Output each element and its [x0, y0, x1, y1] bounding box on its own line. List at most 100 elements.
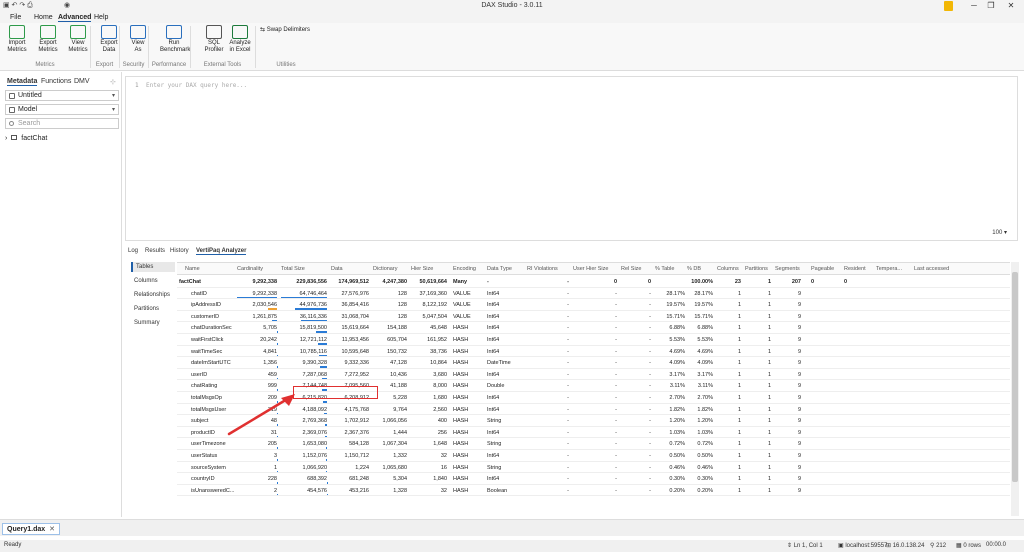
table-cell: Int64	[487, 313, 500, 320]
ribbon-button-label: View Metrics	[68, 40, 88, 53]
table-row[interactable]: dateImStartUTC 1,356 9,390,328 9,332,336 47,…	[177, 357, 1010, 369]
scrollbar-thumb[interactable]	[1012, 272, 1018, 482]
run-benchmark-button[interactable]: Run Benchmark	[160, 25, 190, 54]
metadata-search-input[interactable]: Search	[5, 118, 119, 129]
zoom-select[interactable]: 100 ▾	[992, 229, 1007, 236]
table-cell: 10,436	[390, 371, 407, 378]
menu-advanced[interactable]: Advanced	[58, 14, 92, 22]
table-row[interactable]: waitFirstClick 20,242 12,721,112 11,953,456…	[177, 334, 1010, 346]
nav-columns[interactable]: Columns	[131, 276, 175, 286]
table-cell: -	[567, 348, 569, 355]
table-row[interactable]: waitTimeSec 4,841 10,785,116 10,595,648 150,…	[177, 346, 1010, 358]
close-tab-icon[interactable]: ✕	[49, 526, 55, 533]
table-cell: 7,272,952	[344, 371, 369, 378]
table-cell: Int64	[487, 302, 500, 309]
column-header[interactable]: Total Size	[281, 266, 305, 272]
table-row[interactable]: sourceSystem 1 1,066,920 1,224 1,065,680 16 HA…	[177, 462, 1010, 474]
table-cell: HASH	[453, 429, 469, 436]
nav-tables[interactable]: Tables	[131, 262, 175, 272]
column-header[interactable]: Encoding	[453, 266, 476, 272]
table-row[interactable]: userStatus 3 1,152,076 1,150,712 1,332 32 HASH…	[177, 450, 1010, 462]
model-select[interactable]: Model ▾	[5, 104, 119, 115]
tree-item-label: factChat	[21, 135, 48, 142]
minimize-button[interactable]: ─	[966, 1, 982, 11]
nav-partitions[interactable]: Partitions	[131, 304, 175, 314]
row-name: sourceSystem	[191, 464, 226, 471]
export-metrics-button[interactable]: Export Metrics	[34, 25, 62, 54]
grid-scrollbar[interactable]	[1011, 262, 1019, 516]
version-text: 16.0.138.24	[892, 543, 925, 549]
table-cell: HASH	[453, 348, 469, 355]
maximize-button[interactable]: ❐	[983, 1, 999, 11]
table-cell: 19.57%	[666, 302, 685, 309]
menu-home[interactable]: Home	[34, 14, 53, 21]
table-cell: 1	[767, 383, 771, 390]
table-row[interactable]: subject 48 2,769,368 1,702,912 1,066,056 400 H…	[177, 415, 1010, 427]
query-editor[interactable]: 1 Enter your DAX query here... 100 ▾	[125, 76, 1018, 241]
column-header[interactable]: Pageable	[811, 266, 834, 272]
table-row[interactable]: chatDurationSec 5,705 15,819,500 15,619,664…	[177, 322, 1010, 334]
notification-bell-icon[interactable]	[944, 1, 953, 11]
chevron-right-icon[interactable]: ›	[5, 135, 7, 142]
table-row[interactable]: productID 31 2,369,076 2,367,376 1,444 256 HAS…	[177, 427, 1010, 439]
tab-dmv[interactable]: DMV	[74, 78, 90, 85]
nav-summary[interactable]: Summary	[131, 318, 175, 328]
column-header[interactable]: Segments	[775, 266, 800, 272]
column-header[interactable]: Hier Size	[411, 266, 433, 272]
table-cell: -	[649, 406, 651, 413]
table-cell: 31,068,704	[341, 313, 369, 320]
close-window-button[interactable]: ✕	[1003, 1, 1019, 11]
table-cell: 1	[767, 418, 771, 425]
column-header[interactable]: Tempera...	[876, 266, 902, 272]
column-header[interactable]: Dictionary	[373, 266, 397, 272]
column-header[interactable]: Cardinality	[237, 266, 263, 272]
tab-vertipaq-analyzer[interactable]: VertiPaq Analyzer	[196, 248, 247, 255]
column-header[interactable]: Name	[185, 266, 200, 272]
tab-results[interactable]: Results	[145, 248, 165, 254]
table-row[interactable]: customerID 1,261,875 36,116,336 31,068,704 1…	[177, 311, 1010, 323]
column-header[interactable]: Data	[331, 266, 343, 272]
table-row[interactable]: ipAddressID 2,030,546 44,976,736 36,854,416…	[177, 299, 1010, 311]
tab-metadata[interactable]: Metadata	[7, 78, 38, 86]
sql-profiler-button[interactable]: SQL Profiler	[200, 25, 228, 54]
nav-relationships[interactable]: Relationships	[131, 290, 175, 300]
document-tab[interactable]: Query1.dax ✕	[2, 523, 61, 535]
table-row[interactable]: userTimezone 205 1,653,080 584,128 1,067,304…	[177, 438, 1010, 450]
table-row[interactable]: chatID 9,292,338 64,746,464 27,576,976 128 37…	[177, 288, 1010, 300]
column-header[interactable]: % Table	[655, 266, 674, 272]
column-header[interactable]: RI Violations	[527, 266, 558, 272]
column-header[interactable]: % DB	[687, 266, 701, 272]
column-header[interactable]: Partitions	[745, 266, 768, 272]
table-cell: -	[615, 453, 617, 459]
tab-history[interactable]: History	[170, 248, 189, 254]
table-cell: 1,840	[433, 476, 447, 483]
view-metrics-button[interactable]: View Metrics	[64, 25, 92, 54]
database-select[interactable]: Untitled ▾	[5, 90, 119, 101]
table-cell: 7,287,068	[302, 371, 327, 378]
table-row[interactable]: isUnansweredC... 2 454,576 453,216 1,328 32 HA…	[177, 485, 1010, 497]
table-row[interactable]: userID 459 7,287,068 7,272,952 10,436 3,680 HA…	[177, 369, 1010, 381]
tab-log[interactable]: Log	[128, 248, 138, 254]
table-row[interactable]: countryID 228 688,392 681,248 5,304 1,840 HASH…	[177, 473, 1010, 485]
server-status[interactable]: ▣ localhost:59557	[838, 542, 887, 549]
table-cell: -	[649, 395, 651, 401]
excel-button[interactable]: Analyze in Excel	[226, 25, 254, 54]
pin-icon[interactable]: ⊹	[110, 78, 116, 86]
column-header[interactable]: Data Type	[487, 266, 512, 272]
swap-delimiters-button[interactable]: ⇆ Swap Delimiters	[260, 27, 310, 34]
table-cell: -	[615, 418, 617, 425]
column-header[interactable]: Rel Size	[621, 266, 641, 272]
table-total-row[interactable]: factChat 9,292,338 229,836,556 174,969,512 4…	[177, 276, 1010, 288]
table-cell: 5.53%	[669, 337, 685, 343]
tree-item-table[interactable]: › factChat	[5, 135, 47, 142]
output-tabs: Log Results History VertiPaq Analyzer	[125, 248, 1018, 258]
tab-functions[interactable]: Functions	[41, 78, 71, 85]
column-header[interactable]: Columns	[717, 266, 739, 272]
table-row[interactable]: totalMsgsUser 319 4,188,092 4,175,768 9,764 2…	[177, 404, 1010, 416]
column-header[interactable]: Resident	[844, 266, 866, 272]
import-metrics-button[interactable]: Import Metrics	[3, 25, 31, 54]
menu-help[interactable]: Help	[94, 14, 108, 21]
menu-file[interactable]: File	[10, 14, 21, 21]
column-header[interactable]: Last accessed	[914, 266, 949, 272]
column-header[interactable]: User Hier Size	[573, 266, 608, 272]
